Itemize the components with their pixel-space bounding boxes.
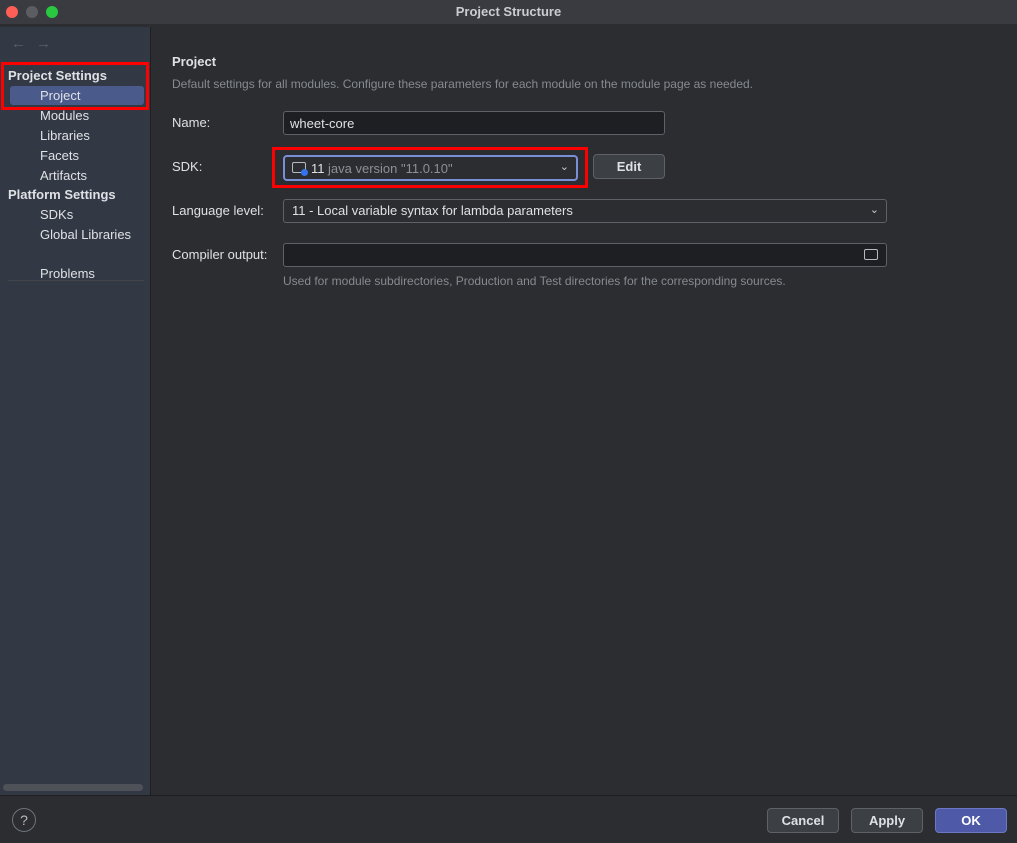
compiler-output-field[interactable] — [283, 243, 887, 267]
main-panel: Project Default settings for all modules… — [152, 27, 1017, 795]
back-arrow-icon[interactable]: ← — [11, 35, 26, 52]
sdk-version: 11 — [311, 161, 325, 176]
apply-button[interactable]: Apply — [851, 808, 923, 833]
language-level-value: 11 - Local variable syntax for lambda pa… — [292, 203, 573, 218]
project-settings-header: Project Settings — [8, 68, 107, 83]
name-label: Name: — [172, 115, 211, 130]
window-title: Project Structure — [455, 4, 562, 19]
dialog-footer: ? Cancel Apply OK — [0, 795, 1017, 843]
sidebar-item-project[interactable]: Project — [10, 86, 144, 105]
sidebar-item-problems[interactable]: Problems — [40, 266, 95, 281]
chevron-down-icon: ⌄ — [869, 204, 879, 216]
project-structure-window: Project Structure ← → Project Settings P… — [0, 0, 1017, 843]
cancel-button[interactable]: Cancel — [767, 808, 839, 833]
compiler-output-hint: Used for module subdirectories, Producti… — [283, 274, 786, 288]
help-button[interactable]: ? — [12, 808, 36, 832]
compiler-output-label: Compiler output: — [172, 247, 268, 262]
chevron-down-icon: ⌄ — [559, 161, 569, 173]
sidebar-item-global-libraries[interactable]: Global Libraries — [40, 227, 131, 242]
name-input[interactable] — [283, 111, 665, 135]
page-subtitle: Default settings for all modules. Config… — [172, 77, 754, 91]
platform-settings-header: Platform Settings — [8, 187, 116, 202]
sdk-detail: java version "11.0.10" — [328, 161, 453, 176]
language-level-combobox[interactable]: 11 - Local variable syntax for lambda pa… — [283, 199, 887, 223]
title-bar: Project Structure — [0, 0, 1017, 24]
sidebar: ← → Project Settings Project Modules Lib… — [0, 27, 151, 795]
forward-arrow-icon[interactable]: → — [36, 35, 51, 52]
sidebar-scrollbar[interactable] — [3, 784, 143, 791]
sidebar-item-artifacts[interactable]: Artifacts — [40, 168, 87, 183]
sidebar-item-facets[interactable]: Facets — [40, 148, 79, 163]
language-level-label: Language level: — [172, 203, 264, 218]
sidebar-item-libraries[interactable]: Libraries — [40, 128, 90, 143]
sidebar-item-sdks[interactable]: SDKs — [40, 207, 73, 222]
sidebar-item-modules[interactable]: Modules — [40, 108, 89, 123]
ok-button[interactable]: OK — [935, 808, 1007, 833]
sdk-combobox[interactable]: 11 java version "11.0.10" ⌄ — [283, 155, 578, 181]
sdk-label: SDK: — [172, 159, 203, 174]
edit-sdk-button[interactable]: Edit — [593, 154, 665, 179]
browse-folder-icon[interactable] — [864, 249, 878, 260]
page-title: Project — [172, 54, 217, 69]
sdk-folder-icon — [292, 162, 308, 176]
